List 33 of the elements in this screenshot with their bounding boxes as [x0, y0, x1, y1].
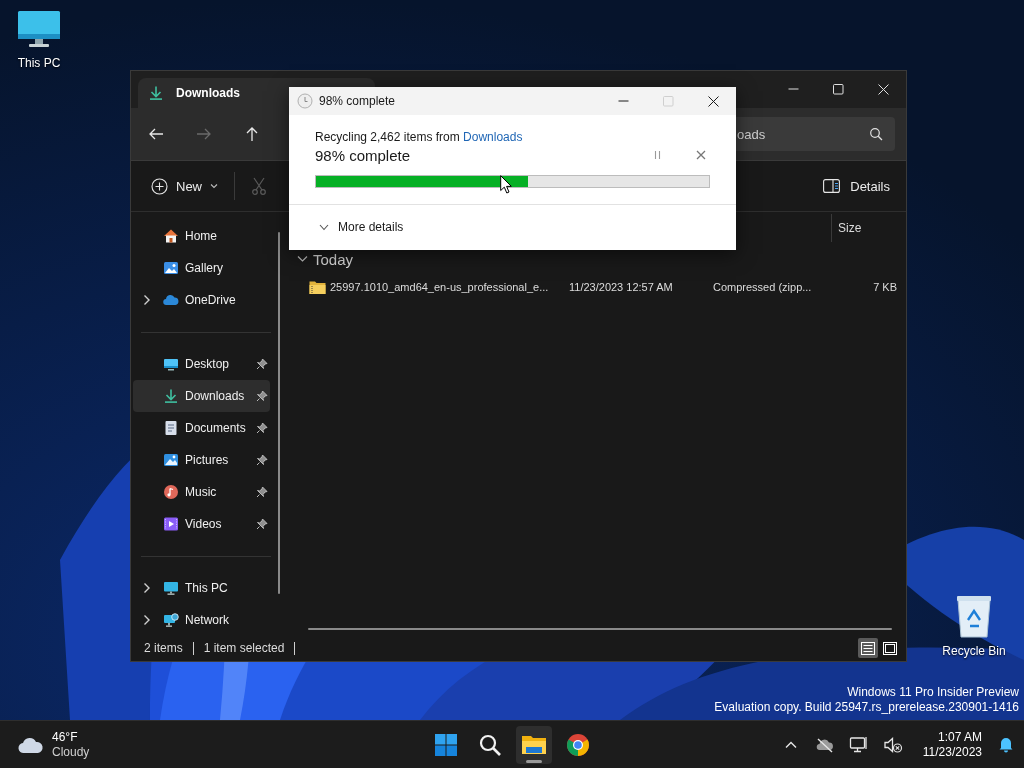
file-type: Compressed (zipp... [713, 281, 813, 293]
weather-condition[interactable]: Cloudy [52, 744, 90, 760]
column-header[interactable]: Size [838, 221, 862, 235]
more-details-button[interactable]: More details [289, 205, 404, 249]
clock-date[interactable]: 11/23/2023 [922, 744, 982, 760]
desktop-icon-label[interactable]: Recycle Bin [942, 644, 1006, 658]
sidebar-item[interactable]: Videos [133, 508, 270, 540]
sidebar-item[interactable]: Music [133, 476, 270, 508]
sidebar-item[interactable]: Pictures [133, 444, 270, 476]
status-text: 1 item selected [203, 641, 285, 655]
sidebar-item[interactable]: This PC [133, 572, 270, 604]
temperature[interactable]: 46°F [52, 729, 90, 745]
sidebar-item[interactable]: Desktop [133, 348, 270, 380]
sidebar-item[interactable]: Network [133, 604, 270, 636]
progress-text: 98% complete [315, 146, 412, 164]
new-button[interactable]: New [151, 170, 218, 202]
clock-time[interactable]: 1:07 AM [937, 729, 982, 745]
sidebar-item[interactable]: Documents [133, 412, 270, 444]
file-name[interactable]: 25997.1010_amd64_en-us_professional_e... [330, 281, 549, 293]
watermark-text: Windows 11 Pro Insider Preview [847, 685, 1019, 700]
file-size: 7 KB [872, 281, 897, 293]
recycling-message: Recycling 2,462 items from Downloads [315, 129, 524, 145]
watermark-text: Evaluation copy. Build 25947.rs_prerelease.230901-1416 [714, 700, 1019, 715]
source-link[interactable]: Downloads [463, 130, 523, 144]
group-header[interactable]: Today [291, 248, 897, 270]
status-text: 2 items [144, 641, 183, 655]
date-modified: 11/23/2023 12:57 AM [569, 281, 674, 293]
sidebar-item[interactable]: Downloads [133, 380, 270, 412]
sidebar-item[interactable]: OneDrive [133, 284, 270, 316]
sidebar-item[interactable]: Home [133, 220, 270, 252]
sidebar-item[interactable]: Gallery [133, 252, 270, 284]
desktop-icon-label[interactable]: This PC [17, 56, 61, 70]
details-button[interactable]: Details [823, 170, 890, 202]
